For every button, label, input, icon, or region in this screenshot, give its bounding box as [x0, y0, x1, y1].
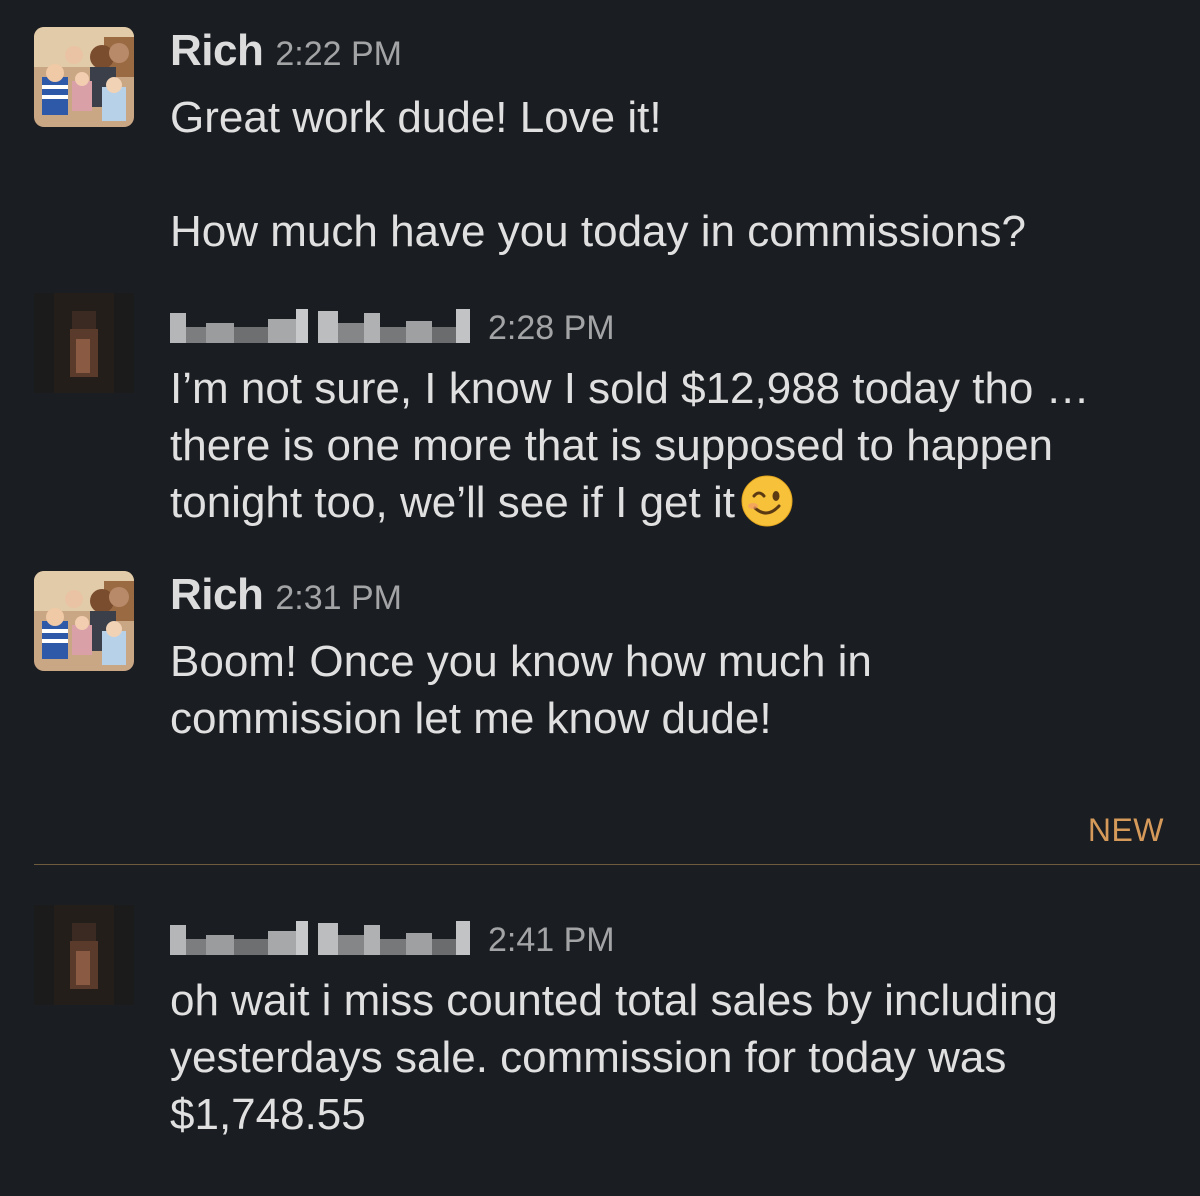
- message-header: 2:41 PM: [170, 917, 615, 960]
- author-name[interactable]: Rich: [170, 26, 264, 76]
- message-line: Boom! Once you know how much in commissi…: [170, 637, 872, 743]
- rich-avatar[interactable]: [34, 27, 134, 127]
- message-text: I’m not sure, I know I sold $12,988 toda…: [170, 364, 1090, 527]
- new-messages-label: NEW: [1087, 812, 1164, 848]
- timestamp[interactable]: 2:41 PM: [488, 921, 615, 960]
- message-header: Rich 2:31 PM: [170, 570, 402, 620]
- message-body: oh wait i miss counted total sales by in…: [170, 972, 1160, 1143]
- rich-avatar[interactable]: [34, 571, 134, 671]
- family-photo-icon: [34, 27, 134, 127]
- blurred-name[interactable]: [170, 309, 476, 343]
- user-avatar-blurred[interactable]: [34, 293, 134, 393]
- message-header: Rich 2:22 PM: [170, 26, 402, 76]
- message-line: Great work dude! Love it!: [170, 93, 662, 142]
- blurred-name[interactable]: [170, 921, 476, 955]
- message-body: I’m not sure, I know I sold $12,988 toda…: [170, 360, 1180, 531]
- message-body: Great work dude! Love it! How much have …: [170, 89, 1170, 260]
- message-line: How much have you today in commissions?: [170, 207, 1026, 256]
- timestamp[interactable]: 2:31 PM: [275, 579, 402, 618]
- message-body: Boom! Once you know how much in commissi…: [170, 633, 970, 747]
- timestamp[interactable]: 2:28 PM: [488, 309, 615, 348]
- user-avatar-blurred[interactable]: [34, 905, 134, 1005]
- pixelated-name-icon: [170, 309, 470, 343]
- timestamp[interactable]: 2:22 PM: [275, 35, 402, 74]
- family-photo-icon: [34, 571, 134, 671]
- new-messages-divider: [34, 864, 1200, 865]
- blurred-avatar-icon: [34, 905, 134, 1005]
- message-line: I’m not sure, I know I sold $12,988 toda…: [170, 360, 1180, 531]
- pixelated-name-icon: [170, 921, 470, 955]
- message-line: oh wait i miss counted total sales by in…: [170, 976, 1058, 1139]
- author-name[interactable]: Rich: [170, 570, 264, 620]
- blurred-avatar-icon: [34, 293, 134, 393]
- winking-face-icon: [741, 475, 793, 527]
- message-header: 2:28 PM: [170, 305, 615, 348]
